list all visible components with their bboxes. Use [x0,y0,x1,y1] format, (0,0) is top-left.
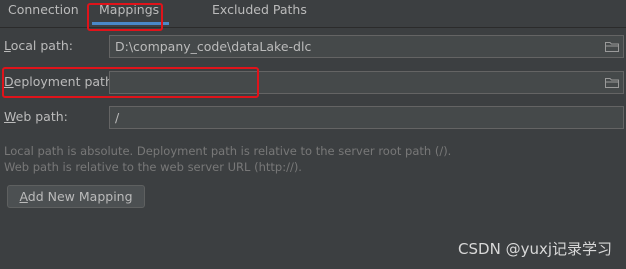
folder-icon[interactable] [605,41,619,52]
local-path-field[interactable]: D:\company_code\dataLake-dlc [109,35,624,58]
watermark: CSDN @yuxj记录学习 [458,240,612,258]
tab-connection[interactable]: Connection [8,0,79,22]
add-new-mapping-mnemonic: A [19,189,28,204]
web-path-label-text: eb path: [15,109,68,124]
web-path-value: / [115,110,120,125]
local-path-label-mnemonic: L [4,38,11,53]
local-path-label-text: ocal path: [10,38,74,53]
hint-text-web-path: Web path is relative to the web server U… [4,160,302,174]
web-path-field[interactable]: / [109,106,624,129]
highlight-box-deployment-path [2,67,259,98]
folder-icon[interactable] [605,77,619,88]
local-path-value: D:\company_code\dataLake-dlc [115,39,312,54]
tab-excluded-paths[interactable]: Excluded Paths [212,0,307,22]
web-path-label: Web path: [4,109,68,124]
web-path-label-mnemonic: W [4,109,16,124]
hint-text-paths: Local path is absolute. Deployment path … [4,144,452,158]
add-new-mapping-label: dd New Mapping [27,189,133,204]
add-new-mapping-button[interactable]: Add New Mapping [7,185,145,208]
highlight-box-mappings-tab [87,3,163,31]
local-path-label: Local path: [4,38,73,53]
